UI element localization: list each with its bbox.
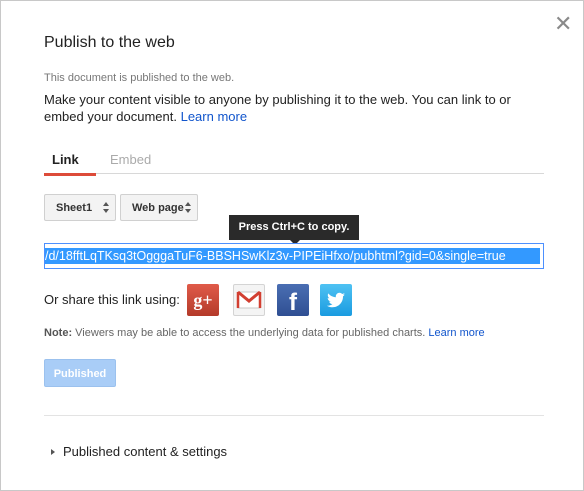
share-label: Or share this link using: xyxy=(44,292,180,307)
published-button[interactable]: Published xyxy=(44,359,116,387)
facebook-icon[interactable]: f xyxy=(277,284,309,316)
gmail-envelope-graphic xyxy=(236,290,262,309)
note-learn-more-link[interactable]: Learn more xyxy=(428,327,484,339)
tab-link[interactable]: Link xyxy=(44,152,96,176)
copy-tooltip: Press Ctrl+C to copy. xyxy=(229,215,359,245)
published-settings-label: Published content & settings xyxy=(63,444,228,459)
google-plus-icon[interactable]: g+ xyxy=(187,284,219,316)
sheet-select-value: Sheet1 xyxy=(56,202,93,214)
note-prefix: Note: xyxy=(44,327,73,339)
publish-dialog: ✕ Publish to the web This document is pu… xyxy=(0,0,584,491)
tab-embed[interactable]: Embed xyxy=(110,152,151,167)
note-text: Viewers may be able to access the underl… xyxy=(75,327,426,339)
publish-status: This document is published to the web. xyxy=(44,72,235,84)
select-arrows-icon xyxy=(185,202,192,214)
dialog-title: Publish to the web xyxy=(44,34,175,51)
dialog-description: Make your content visible to anyone by p… xyxy=(44,91,544,125)
close-icon[interactable]: ✕ xyxy=(554,13,572,35)
viewers-note: Note: Viewers may be able to access the … xyxy=(44,327,485,339)
format-select-value: Web page xyxy=(132,202,184,214)
format-select[interactable]: Web page xyxy=(120,194,198,221)
twitter-icon[interactable] xyxy=(320,284,352,316)
tab-bar: Link Embed xyxy=(44,149,544,176)
sheet-select[interactable]: Sheet1 xyxy=(44,194,116,221)
twitter-bird-graphic xyxy=(326,292,345,308)
description-text: Make your content visible to anyone by p… xyxy=(44,92,511,124)
learn-more-link[interactable]: Learn more xyxy=(181,109,247,124)
published-settings-toggle[interactable]: Published content & settings xyxy=(51,444,227,459)
publish-url-field[interactable]: /d/18fftLqTKsq3tOgggaTuF6-BBSHSwKlz3v-PI… xyxy=(44,243,544,269)
expand-triangle-icon xyxy=(51,449,55,455)
select-arrows-icon xyxy=(103,202,110,214)
publish-url-text: /d/18fftLqTKsq3tOgggaTuF6-BBSHSwKlz3v-PI… xyxy=(45,248,540,264)
gmail-icon[interactable] xyxy=(233,284,265,316)
divider xyxy=(44,415,544,416)
